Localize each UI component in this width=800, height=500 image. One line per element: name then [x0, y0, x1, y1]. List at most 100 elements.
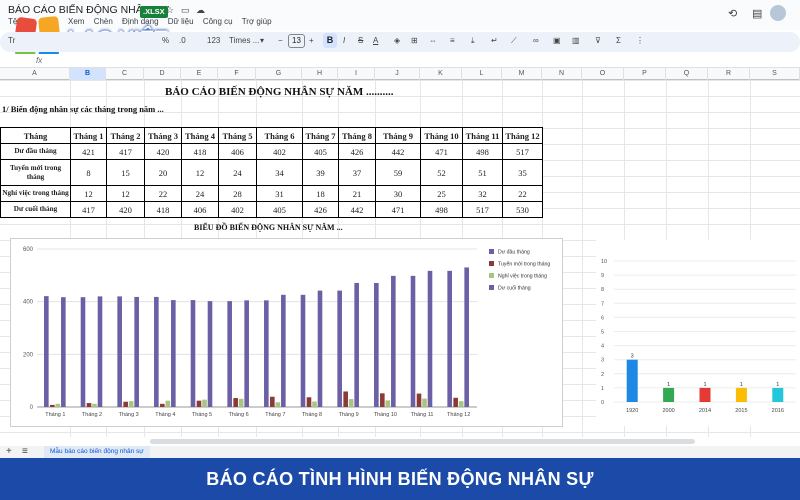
- chart-icon[interactable]: ▥: [572, 36, 580, 45]
- table-cell[interactable]: 517: [502, 143, 543, 160]
- font-size-input[interactable]: 13: [288, 34, 305, 48]
- table-cell[interactable]: 406: [181, 201, 219, 218]
- font-family-select[interactable]: Times ...: [229, 36, 259, 45]
- section-title[interactable]: 1/ Biến động nhân sự các tháng trong năm…: [2, 104, 164, 114]
- column-header[interactable]: Q: [666, 68, 708, 80]
- table-cell[interactable]: 418: [144, 201, 182, 218]
- formula-bar[interactable]: [0, 54, 800, 68]
- align-icon[interactable]: ≡: [450, 36, 455, 45]
- table-cell[interactable]: 31: [256, 185, 303, 202]
- table-cell[interactable]: 22: [144, 185, 182, 202]
- table-header-cell[interactable]: Tháng 6: [256, 127, 303, 144]
- table-cell[interactable]: 20: [144, 159, 182, 186]
- table-cell[interactable]: 406: [218, 143, 257, 160]
- table-cell[interactable]: 22: [502, 185, 543, 202]
- menu-format[interactable]: Định dạng: [122, 17, 158, 26]
- menu-view[interactable]: Xem: [68, 17, 84, 26]
- table-cell[interactable]: 421: [70, 143, 107, 160]
- table-row-label[interactable]: Tuyển mới trong tháng: [0, 159, 71, 186]
- table-cell[interactable]: 12: [70, 185, 107, 202]
- table-cell[interactable]: 51: [462, 159, 503, 186]
- borders-icon[interactable]: ⊞: [411, 36, 418, 45]
- table-cell[interactable]: 34: [256, 159, 303, 186]
- text-color-button[interactable]: A: [373, 36, 378, 45]
- column-header[interactable]: J: [375, 68, 420, 80]
- table-cell[interactable]: 405: [302, 143, 339, 160]
- column-header[interactable]: A: [0, 68, 70, 80]
- column-header[interactable]: K: [420, 68, 462, 80]
- table-cell[interactable]: 418: [181, 143, 219, 160]
- chart-heading[interactable]: BIỂU ĐỒ BIẾN ĐỘNG NHÂN SỰ NĂM ...: [194, 223, 343, 232]
- column-header[interactable]: O: [582, 68, 624, 80]
- column-header[interactable]: I: [338, 68, 375, 80]
- table-cell[interactable]: 32: [462, 185, 503, 202]
- table-cell[interactable]: 471: [375, 201, 421, 218]
- column-header[interactable]: M: [502, 68, 542, 80]
- table-header-cell[interactable]: Tháng 8: [338, 127, 376, 144]
- table-row-label[interactable]: Dư đầu tháng: [0, 143, 71, 160]
- table-cell[interactable]: 530: [502, 201, 543, 218]
- table-cell[interactable]: 471: [420, 143, 463, 160]
- table-cell[interactable]: 28: [218, 185, 257, 202]
- table-cell[interactable]: 442: [338, 201, 376, 218]
- bold-button[interactable]: B: [323, 33, 337, 48]
- table-header-cell[interactable]: Tháng 12: [502, 127, 543, 144]
- table-header-cell[interactable]: Tháng 2: [106, 127, 145, 144]
- more-icon[interactable]: ⋮: [636, 36, 644, 45]
- table-cell[interactable]: 24: [181, 185, 219, 202]
- italic-button[interactable]: I: [343, 36, 345, 45]
- table-header-cell[interactable]: Tháng 10: [420, 127, 463, 144]
- table-cell[interactable]: 59: [375, 159, 421, 186]
- fill-color-icon[interactable]: ◈: [394, 36, 400, 45]
- chevron-down-icon[interactable]: ▾: [260, 36, 264, 45]
- all-sheets-button[interactable]: ≡: [22, 446, 28, 458]
- table-cell[interactable]: 517: [462, 201, 503, 218]
- table-row-label[interactable]: Dư cuối tháng: [0, 201, 71, 218]
- table-header-cell[interactable]: Tháng 7: [302, 127, 339, 144]
- table-header-cell[interactable]: Tháng 1: [70, 127, 107, 144]
- table-cell[interactable]: 37: [338, 159, 376, 186]
- table-cell[interactable]: 52: [420, 159, 463, 186]
- column-header[interactable]: R: [708, 68, 750, 80]
- column-header[interactable]: L: [462, 68, 502, 80]
- year-count-chart[interactable]: 0 1 2 3 4 5 6 7 8 9 10 3 1920 1 2000 1 2014 1 2015 1 2016: [596, 240, 800, 426]
- table-cell[interactable]: 498: [462, 143, 503, 160]
- table-cell[interactable]: 402: [256, 143, 303, 160]
- menu-tools[interactable]: Công cụ: [203, 17, 233, 26]
- folder-icon[interactable]: ▭: [181, 5, 190, 16]
- star-icon[interactable]: ☆: [166, 5, 174, 16]
- table-header-cell[interactable]: Tháng 9: [375, 127, 421, 144]
- table-cell[interactable]: 417: [70, 201, 107, 218]
- table-cell[interactable]: 426: [338, 143, 376, 160]
- scrollbar-thumb[interactable]: [150, 439, 695, 444]
- cloud-icon[interactable]: ☁: [196, 5, 205, 16]
- column-header[interactable]: C: [106, 68, 144, 80]
- table-cell[interactable]: 12: [106, 185, 145, 202]
- font-size-decrease-button[interactable]: −: [278, 36, 283, 45]
- sheet-tab-active[interactable]: Mẫu báo cáo biến động nhân sự: [44, 446, 150, 458]
- table-header-cell[interactable]: Tháng: [0, 127, 71, 144]
- column-header[interactable]: D: [144, 68, 181, 80]
- table-header-cell[interactable]: Tháng 4: [181, 127, 219, 144]
- history-icon[interactable]: ⟲: [728, 7, 737, 20]
- table-cell[interactable]: 18: [302, 185, 339, 202]
- table-cell[interactable]: 402: [218, 201, 257, 218]
- strikethrough-button[interactable]: S: [358, 36, 363, 45]
- wrap-icon[interactable]: ↵: [491, 36, 498, 45]
- column-header[interactable]: E: [181, 68, 218, 80]
- column-header[interactable]: G: [256, 68, 302, 80]
- percent-button[interactable]: %: [162, 36, 169, 45]
- table-cell[interactable]: 24: [218, 159, 257, 186]
- staff-change-chart[interactable]: 0 200 400 600 Tháng 1 Tháng 2 Tháng 3 Tháng 4 Th…: [10, 238, 563, 427]
- comment-icon[interactable]: ▤: [752, 7, 762, 20]
- table-cell[interactable]: 420: [144, 143, 182, 160]
- column-header[interactable]: N: [542, 68, 582, 80]
- table-header-cell[interactable]: Tháng 5: [218, 127, 257, 144]
- toolbar-left-label[interactable]: Tr: [8, 36, 15, 45]
- valign-icon[interactable]: ⤓: [471, 36, 475, 46]
- functions-icon[interactable]: Σ: [616, 36, 621, 45]
- table-cell[interactable]: 442: [375, 143, 421, 160]
- font-size-increase-button[interactable]: +: [309, 36, 314, 45]
- report-title[interactable]: BÁO CÁO BIẾN ĐỘNG NHÂN SỰ NĂM ..........: [165, 86, 393, 98]
- table-cell[interactable]: 8: [70, 159, 107, 186]
